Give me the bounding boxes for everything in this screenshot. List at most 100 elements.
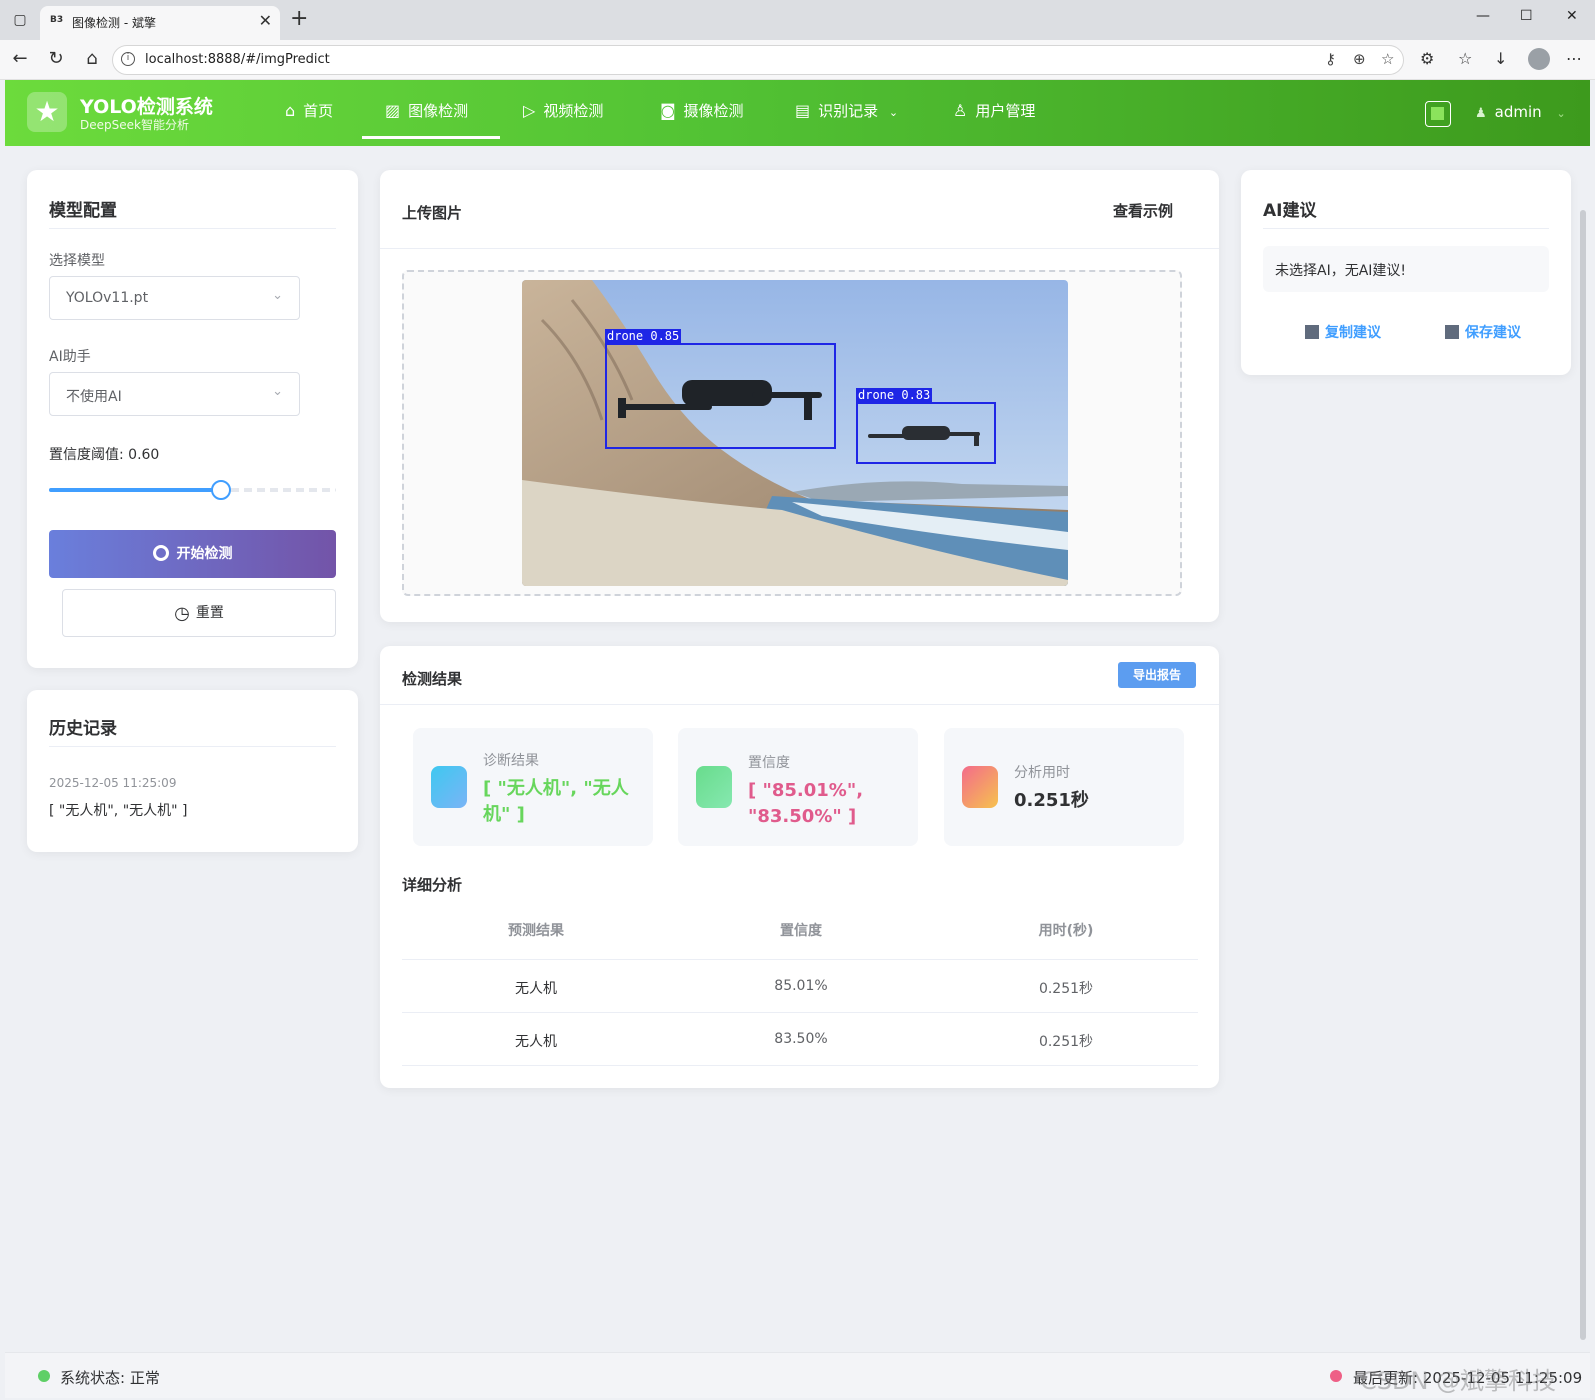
favorites-icon[interactable]: ☆ [1458, 49, 1472, 68]
favorite-star-icon[interactable]: ☆ [1381, 50, 1394, 68]
close-tab-icon[interactable]: ✕ [259, 11, 272, 30]
image-icon: ▨ [385, 101, 401, 120]
copy-icon [1305, 325, 1319, 339]
brand-subtitle: DeepSeek智能分析 [80, 118, 189, 132]
document-icon: ▤ [795, 101, 811, 120]
nav-image-label: 图像检测 [408, 102, 469, 120]
url-field[interactable]: i localhost:8888/#/imgPredict ⚷ ⊕ ☆ [112, 45, 1404, 75]
view-example-link[interactable]: 查看示例 [1113, 200, 1173, 221]
tab-title: 图像检测 - 斌擎 [72, 16, 156, 30]
config-title: 模型配置 [49, 201, 117, 221]
model-label: 选择模型 [49, 253, 105, 269]
ai-advice-box: 未选择AI，无AI建议! [1263, 246, 1549, 292]
system-status: 系统状态: 正常 [60, 1369, 160, 1387]
stat-value: 0.251秒 [1014, 790, 1089, 811]
nav-records-label: 识别记录 [818, 102, 879, 120]
close-window-icon[interactable]: ✕ [1566, 8, 1578, 24]
upload-title: 上传图片 [402, 204, 463, 222]
nav-users[interactable]: ♙ 用户管理 [953, 100, 1035, 121]
nav-home[interactable]: ⌂ 首页 [285, 100, 333, 121]
stat-value: [ "无人机", "无人 机" ] [483, 778, 629, 825]
ai-select[interactable]: 不使用AI ⌄ [49, 372, 300, 416]
start-detect-label: 开始检测 [176, 546, 233, 562]
extensions-icon[interactable]: ⚙ [1420, 49, 1434, 68]
brand-title: YOLO检测系统 [80, 96, 213, 118]
history-time: 2025-12-05 11:25:09 [49, 776, 177, 790]
divider [380, 704, 1219, 705]
threshold-slider[interactable] [49, 480, 336, 500]
table-cell: 85.01% [774, 978, 828, 994]
browser-tab-bar: ▢ B3 图像检测 - 斌擎 ✕ + — ☐ ✕ [0, 0, 1595, 40]
home-browser-icon[interactable]: ⌂ [80, 48, 104, 69]
page-scrollbar[interactable] [1580, 210, 1586, 1340]
user-chevron-icon: ⌄ [1556, 107, 1566, 120]
ai-label: AI助手 [49, 349, 91, 365]
save-advice-button[interactable]: 保存建议 [1445, 322, 1521, 342]
profile-avatar-icon[interactable] [1528, 48, 1550, 70]
fullscreen-icon[interactable] [1425, 101, 1451, 127]
new-tab-icon[interactable]: + [290, 6, 308, 31]
table-cell: 0.251秒 [1038, 981, 1094, 997]
address-bar: ← ↻ ⌂ i localhost:8888/#/imgPredict ⚷ ⊕ … [0, 40, 1595, 80]
copy-advice-button[interactable]: 复制建议 [1305, 322, 1381, 342]
detection-label: drone 0.85 [605, 329, 682, 343]
nav-home-label: 首页 [303, 102, 334, 120]
nav-records[interactable]: ▤ 识别记录 ⌄ [795, 100, 898, 121]
results-title: 检测结果 [402, 670, 463, 688]
nav-camera-detect[interactable]: ◙ 摄像检测 [660, 100, 744, 121]
start-detect-button[interactable]: 开始检测 [49, 530, 336, 578]
model-select-value: YOLOv11.pt [66, 290, 149, 306]
key-icon[interactable]: ⚷ [1325, 50, 1336, 68]
refresh-icon[interactable]: ↻ [44, 48, 68, 69]
nav-video-detect[interactable]: ▷ 视频检测 [523, 100, 603, 121]
slider-knob[interactable] [211, 480, 231, 500]
user-menu[interactable]: ♟ admin ⌄ [1475, 103, 1566, 121]
uploaded-image: drone 0.85 drone 0.83 [522, 280, 1068, 586]
browser-tab[interactable]: B3 图像检测 - 斌擎 ✕ [40, 6, 280, 40]
site-info-icon[interactable]: i [121, 52, 135, 66]
table-divider [402, 1065, 1198, 1066]
history-result[interactable]: [ "无人机", "无人机" ] [49, 800, 187, 820]
zoom-icon[interactable]: ⊕ [1353, 50, 1366, 68]
status-footer: 系统状态: 正常 最后更新: 2025-12-05 11:25:09 CSDN … [5, 1352, 1590, 1398]
more-icon[interactable]: ⋯ [1566, 49, 1582, 68]
reset-button[interactable]: ◷ 重置 [62, 589, 336, 637]
model-select[interactable]: YOLOv11.pt ⌄ [49, 276, 300, 320]
reset-icon: ◷ [174, 603, 190, 624]
nav-active-indicator [362, 136, 500, 139]
tab-favicon: B3 [50, 15, 64, 25]
chevron-down-icon: ⌄ [272, 384, 283, 399]
stat-label: 置信度 [748, 755, 790, 771]
table-header: 置信度 [780, 923, 822, 939]
downloads-icon[interactable]: ↓ [1494, 49, 1507, 68]
save-icon [1445, 325, 1459, 339]
detail-title: 详细分析 [402, 876, 463, 894]
nav-camera-label: 摄像检测 [683, 102, 744, 120]
copy-advice-label: 复制建议 [1325, 325, 1381, 341]
export-report-button[interactable]: 导出报告 [1118, 662, 1196, 688]
status-ok-icon [38, 1370, 50, 1382]
app-header: ★ YOLO检测系统 DeepSeek智能分析 ⌂ 首页 ▨ 图像检测 ▷ 视频检测 … [5, 80, 1590, 146]
detection-label: drone 0.83 [856, 388, 933, 402]
stat-label: 分析用时 [1014, 765, 1070, 781]
minimize-icon[interactable]: — [1476, 8, 1490, 24]
stat-card-diagnosis: 诊断结果 [ "无人机", "无人 机" ] [413, 728, 653, 846]
home-icon: ⌂ [285, 101, 296, 120]
threshold-label: 置信度阈值: 0.60 [49, 447, 160, 463]
ai-advice-card: AI建议 未选择AI，无AI建议! 复制建议 保存建议 [1241, 170, 1571, 375]
url-text[interactable]: localhost:8888/#/imgPredict [145, 52, 330, 67]
user-avatar-icon: ♟ [1475, 106, 1487, 121]
username: admin [1494, 103, 1542, 121]
detection-box [856, 402, 996, 464]
ai-select-value: 不使用AI [66, 389, 122, 405]
save-advice-label: 保存建议 [1465, 325, 1521, 341]
divider [1263, 228, 1549, 229]
time-icon [962, 766, 998, 808]
tab-actions-icon[interactable]: ▢ [8, 8, 32, 32]
table-cell: 无人机 [515, 1034, 557, 1050]
maximize-icon[interactable]: ☐ [1520, 8, 1533, 24]
camera-icon: ◙ [660, 101, 676, 120]
back-icon[interactable]: ← [8, 48, 32, 69]
nav-image-detect[interactable]: ▨ 图像检测 [385, 100, 468, 121]
table-header: 用时(秒) [1038, 923, 1094, 939]
